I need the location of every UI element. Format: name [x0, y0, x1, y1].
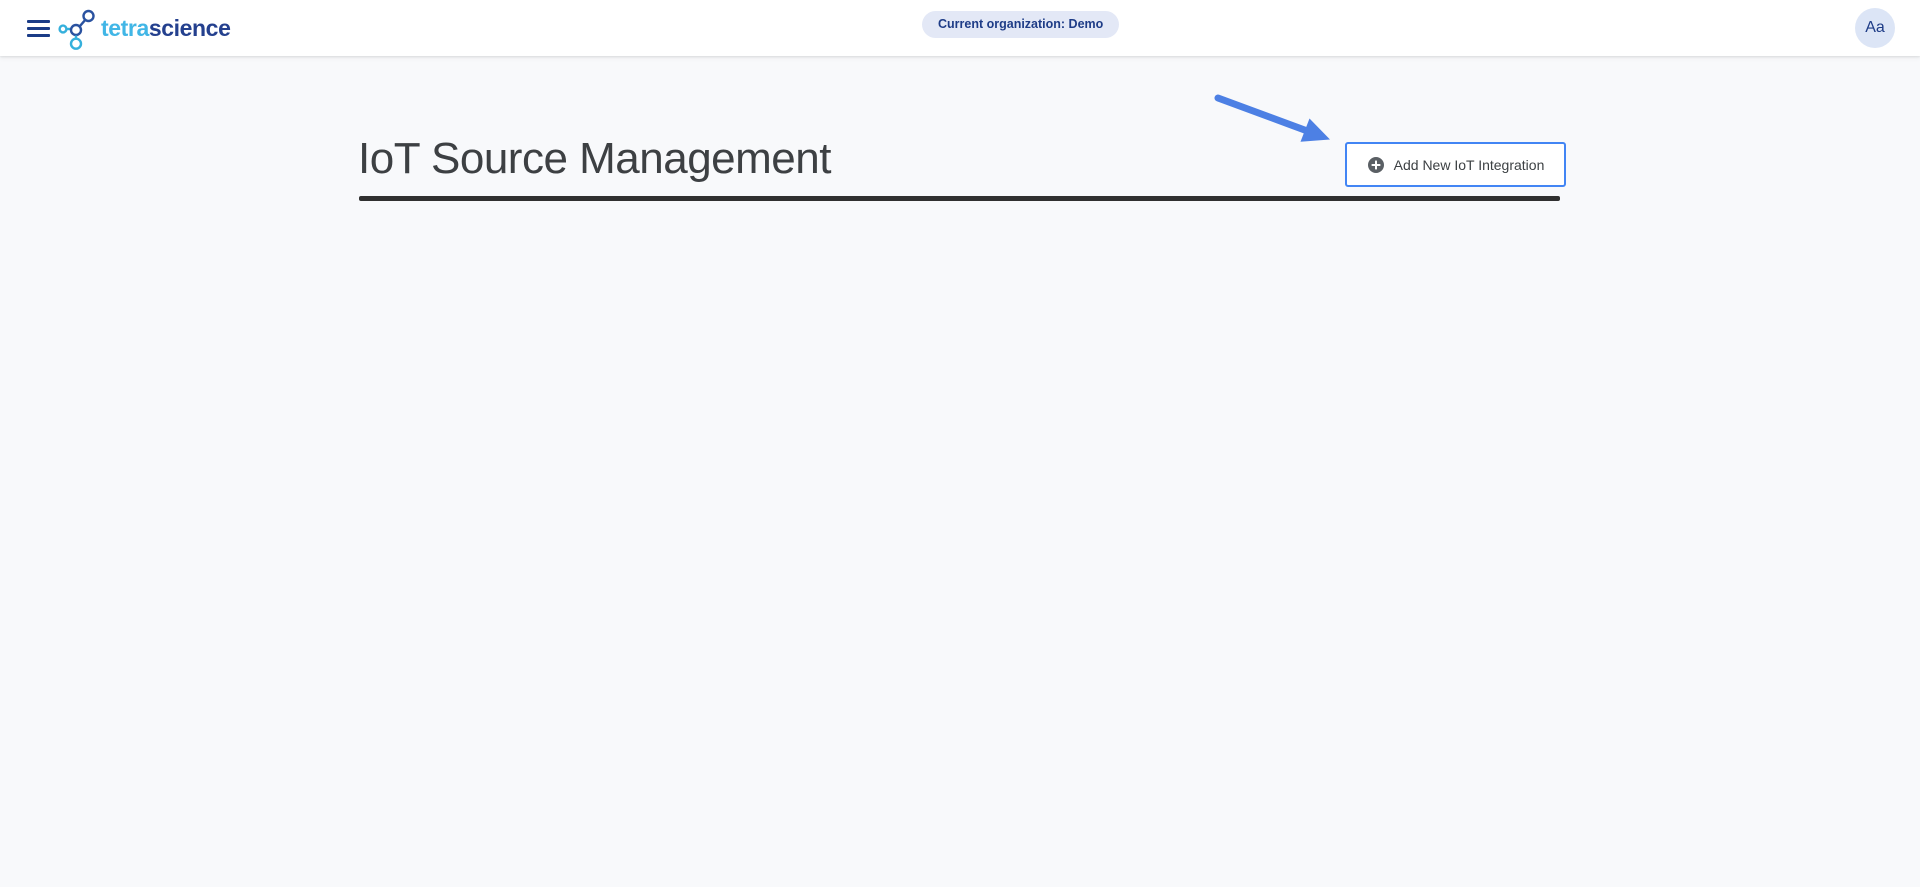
logo-text-science: science	[148, 15, 231, 41]
tetrascience-logo[interactable]: tetrascience	[57, 5, 231, 51]
section-divider	[359, 196, 1560, 201]
page-title: IoT Source Management	[358, 134, 831, 183]
tetrascience-molecule-icon	[57, 5, 98, 51]
add-new-iot-integration-button[interactable]: Add New IoT Integration	[1345, 142, 1566, 187]
arrow-annotation-icon	[1214, 94, 1330, 142]
hamburger-bar	[27, 33, 50, 37]
add-button-label: Add New IoT Integration	[1393, 156, 1545, 173]
user-avatar[interactable]: Aa	[1855, 8, 1895, 48]
page: tetrascience Current organization: Demo …	[0, 0, 1920, 887]
hamburger-menu-icon[interactable]	[27, 16, 51, 40]
hamburger-bar	[27, 19, 50, 23]
current-organization-badge: Current organization: Demo	[922, 11, 1120, 38]
hamburger-bar	[27, 26, 50, 30]
plus-circle-icon	[1367, 156, 1385, 174]
logo-text-tetra: tetra	[101, 15, 149, 41]
logo-wordmark: tetrascience	[101, 5, 231, 51]
app-header: tetrascience Current organization: Demo …	[0, 0, 1920, 56]
main-content: IoT Source Management Add New IoT Integr…	[0, 56, 1920, 887]
